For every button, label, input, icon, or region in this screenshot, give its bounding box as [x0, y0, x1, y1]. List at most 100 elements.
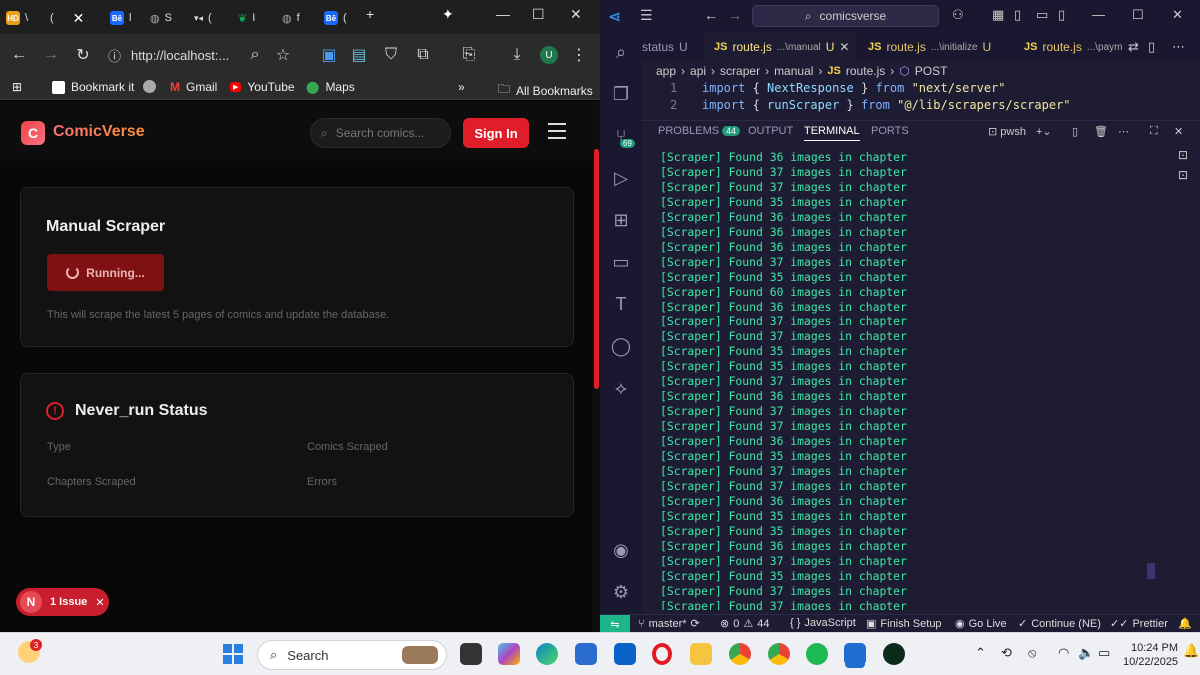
bookmark-item[interactable]: M Gmail: [170, 80, 217, 94]
task-view-icon[interactable]: [460, 643, 482, 665]
testing-icon[interactable]: T: [608, 291, 634, 317]
browser-tab[interactable]: HD \: [6, 6, 46, 30]
bookmark-item[interactable]: Bookmark it: [52, 80, 134, 94]
tab-ports[interactable]: PORTS: [871, 125, 909, 137]
compare-icon[interactable]: ⇄: [1128, 39, 1139, 55]
browser-tab[interactable]: ◍ S: [150, 6, 190, 30]
run-debug-icon[interactable]: ▷: [608, 165, 634, 191]
site-logo-icon[interactable]: C: [21, 121, 45, 145]
maximize-icon[interactable]: ☐: [532, 6, 545, 23]
mute-icon[interactable]: ⦸: [1028, 645, 1036, 661]
volume-icon[interactable]: 🔈: [1078, 645, 1094, 661]
python-icon[interactable]: ⟡: [608, 375, 634, 401]
notification-bell-icon[interactable]: 🔔: [1183, 643, 1199, 659]
close-icon[interactable]: ✕: [95, 596, 104, 609]
explorer-icon[interactable]: ❐: [608, 81, 634, 107]
trash-icon[interactable]: 🗑: [1094, 125, 1108, 138]
prettier-status[interactable]: ✓✓ Prettier: [1110, 617, 1168, 631]
browser-tab[interactable]: ◍ f: [282, 6, 322, 30]
edge-icon[interactable]: [536, 643, 558, 665]
chrome-icon[interactable]: [729, 643, 751, 665]
forward-icon[interactable]: →: [728, 7, 742, 23]
download-icon[interactable]: ⤓: [506, 44, 528, 66]
taskbar-search[interactable]: ⌕ Search: [257, 640, 447, 670]
forward-icon[interactable]: →: [40, 44, 62, 66]
terminal-instance-icon[interactable]: ⊡: [1178, 148, 1188, 162]
continue-status[interactable]: ✓ Continue (NE): [1018, 617, 1101, 631]
reload-icon[interactable]: ↻: [72, 44, 94, 66]
copilot-icon[interactable]: ⚇: [952, 7, 964, 23]
split-editor-icon[interactable]: ▯: [1148, 39, 1155, 55]
menu-dots-icon[interactable]: ⋮: [568, 44, 590, 66]
editor-tab[interactable]: status U: [642, 33, 702, 61]
opera-icon[interactable]: [652, 643, 672, 665]
profile-avatar[interactable]: U: [538, 44, 560, 66]
close-tab-icon[interactable]: ✕: [839, 40, 849, 54]
command-center[interactable]: ⌕ comicsverse: [752, 5, 939, 27]
terminal-shell[interactable]: ⊡ pwsh: [988, 125, 1026, 138]
close-window-icon[interactable]: ✕: [1172, 7, 1183, 23]
sync-icon[interactable]: ⟲: [1001, 645, 1012, 661]
mongodb-icon[interactable]: [883, 643, 905, 665]
notifications-icon[interactable]: 🔔: [1178, 617, 1192, 630]
browser-tab[interactable]: ▾◂ (: [194, 6, 234, 30]
copilot-icon[interactable]: [498, 643, 520, 665]
close-window-icon[interactable]: ✕: [570, 6, 582, 23]
finish-setup-status[interactable]: ▣ Finish Setup: [866, 617, 942, 631]
maximize-icon[interactable]: ☐: [1132, 7, 1144, 23]
extension-icon[interactable]: ▣: [318, 44, 340, 66]
bookmark-item[interactable]: [143, 80, 156, 93]
account-icon[interactable]: ◉: [608, 537, 634, 563]
gitlens-icon[interactable]: ◯: [608, 333, 634, 359]
editor-tab-active[interactable]: JS route.js ...\manual U ✕: [704, 33, 856, 61]
site-brand[interactable]: ComicVerse: [53, 123, 145, 141]
apps-icon[interactable]: ⊞: [12, 80, 22, 94]
minimize-icon[interactable]: —: [1092, 7, 1105, 22]
more-actions-icon[interactable]: ⋯: [1118, 125, 1129, 138]
page-scrollbar[interactable]: [592, 101, 600, 632]
settings-gear-icon[interactable]: ⚙: [608, 579, 634, 605]
scrollbar-thumb[interactable]: [594, 149, 599, 389]
terminal-scroll-thumb[interactable]: [1147, 563, 1155, 579]
extension-icon[interactable]: ▤: [348, 44, 370, 66]
maximize-panel-icon[interactable]: ⛶: [1150, 125, 1158, 138]
gemini-icon[interactable]: ✦: [442, 6, 454, 23]
start-icon[interactable]: [223, 644, 243, 664]
minimize-icon[interactable]: —: [496, 6, 510, 22]
problems-status[interactable]: ⊗ 0 ⚠ 44: [720, 617, 769, 631]
tab-output[interactable]: OUTPUT: [748, 125, 793, 137]
search-input[interactable]: ⌕ Search comics...: [310, 118, 451, 148]
code-editor[interactable]: 1 import { NextResponse } from "next/ser…: [642, 81, 1182, 115]
new-terminal-icon[interactable]: +⌄: [1036, 125, 1052, 138]
tab-terminal[interactable]: TERMINAL: [804, 125, 860, 141]
toggle-sidebar-icon[interactable]: ▯: [1014, 7, 1021, 23]
editor-tab[interactable]: JS route.js ...\paym: [1020, 33, 1138, 61]
all-bookmarks[interactable]: 🗀 All Bookmarks: [498, 80, 593, 101]
browser-tab[interactable]: Bē l: [110, 6, 150, 30]
more-actions-icon[interactable]: ⋯: [1172, 39, 1185, 55]
zoom-icon[interactable]: ⌕: [244, 44, 266, 66]
split-terminal-icon[interactable]: ▯: [1072, 125, 1078, 138]
language-status[interactable]: { } JavaScript: [790, 617, 856, 629]
puzzle-icon[interactable]: ⧉: [412, 44, 434, 66]
clock[interactable]: 10:24 PM 10/22/2025: [1123, 641, 1178, 669]
remote-explorer-icon[interactable]: ▭: [608, 249, 634, 275]
bookmark-star-icon[interactable]: ☆: [272, 44, 294, 66]
close-panel-icon[interactable]: ✕: [1174, 125, 1183, 138]
browser-tab[interactable]: (✕: [50, 6, 90, 30]
shield-icon[interactable]: ⛉: [380, 44, 402, 66]
vscode-icon[interactable]: [844, 643, 866, 665]
issues-badge-button[interactable]: N 1 Issue ✕: [16, 588, 109, 616]
remote-icon[interactable]: ⇋: [600, 615, 630, 633]
more-bookmarks-icon[interactable]: »: [458, 80, 465, 94]
run-scraper-button[interactable]: Running...: [47, 254, 164, 291]
sign-in-button[interactable]: Sign In: [463, 118, 529, 148]
explorer-search-icon[interactable]: ⌕: [608, 39, 634, 65]
chrome-profile-icon[interactable]: [768, 643, 790, 665]
extensions-icon[interactable]: ⊞: [608, 207, 634, 233]
file-explorer-icon[interactable]: [690, 643, 712, 665]
wifi-icon[interactable]: ◠: [1058, 645, 1069, 661]
browser-tab[interactable]: ❦ I: [238, 6, 278, 30]
bookmark-item[interactable]: ▶ YouTube: [230, 80, 295, 94]
new-tab-button[interactable]: +: [366, 6, 374, 22]
